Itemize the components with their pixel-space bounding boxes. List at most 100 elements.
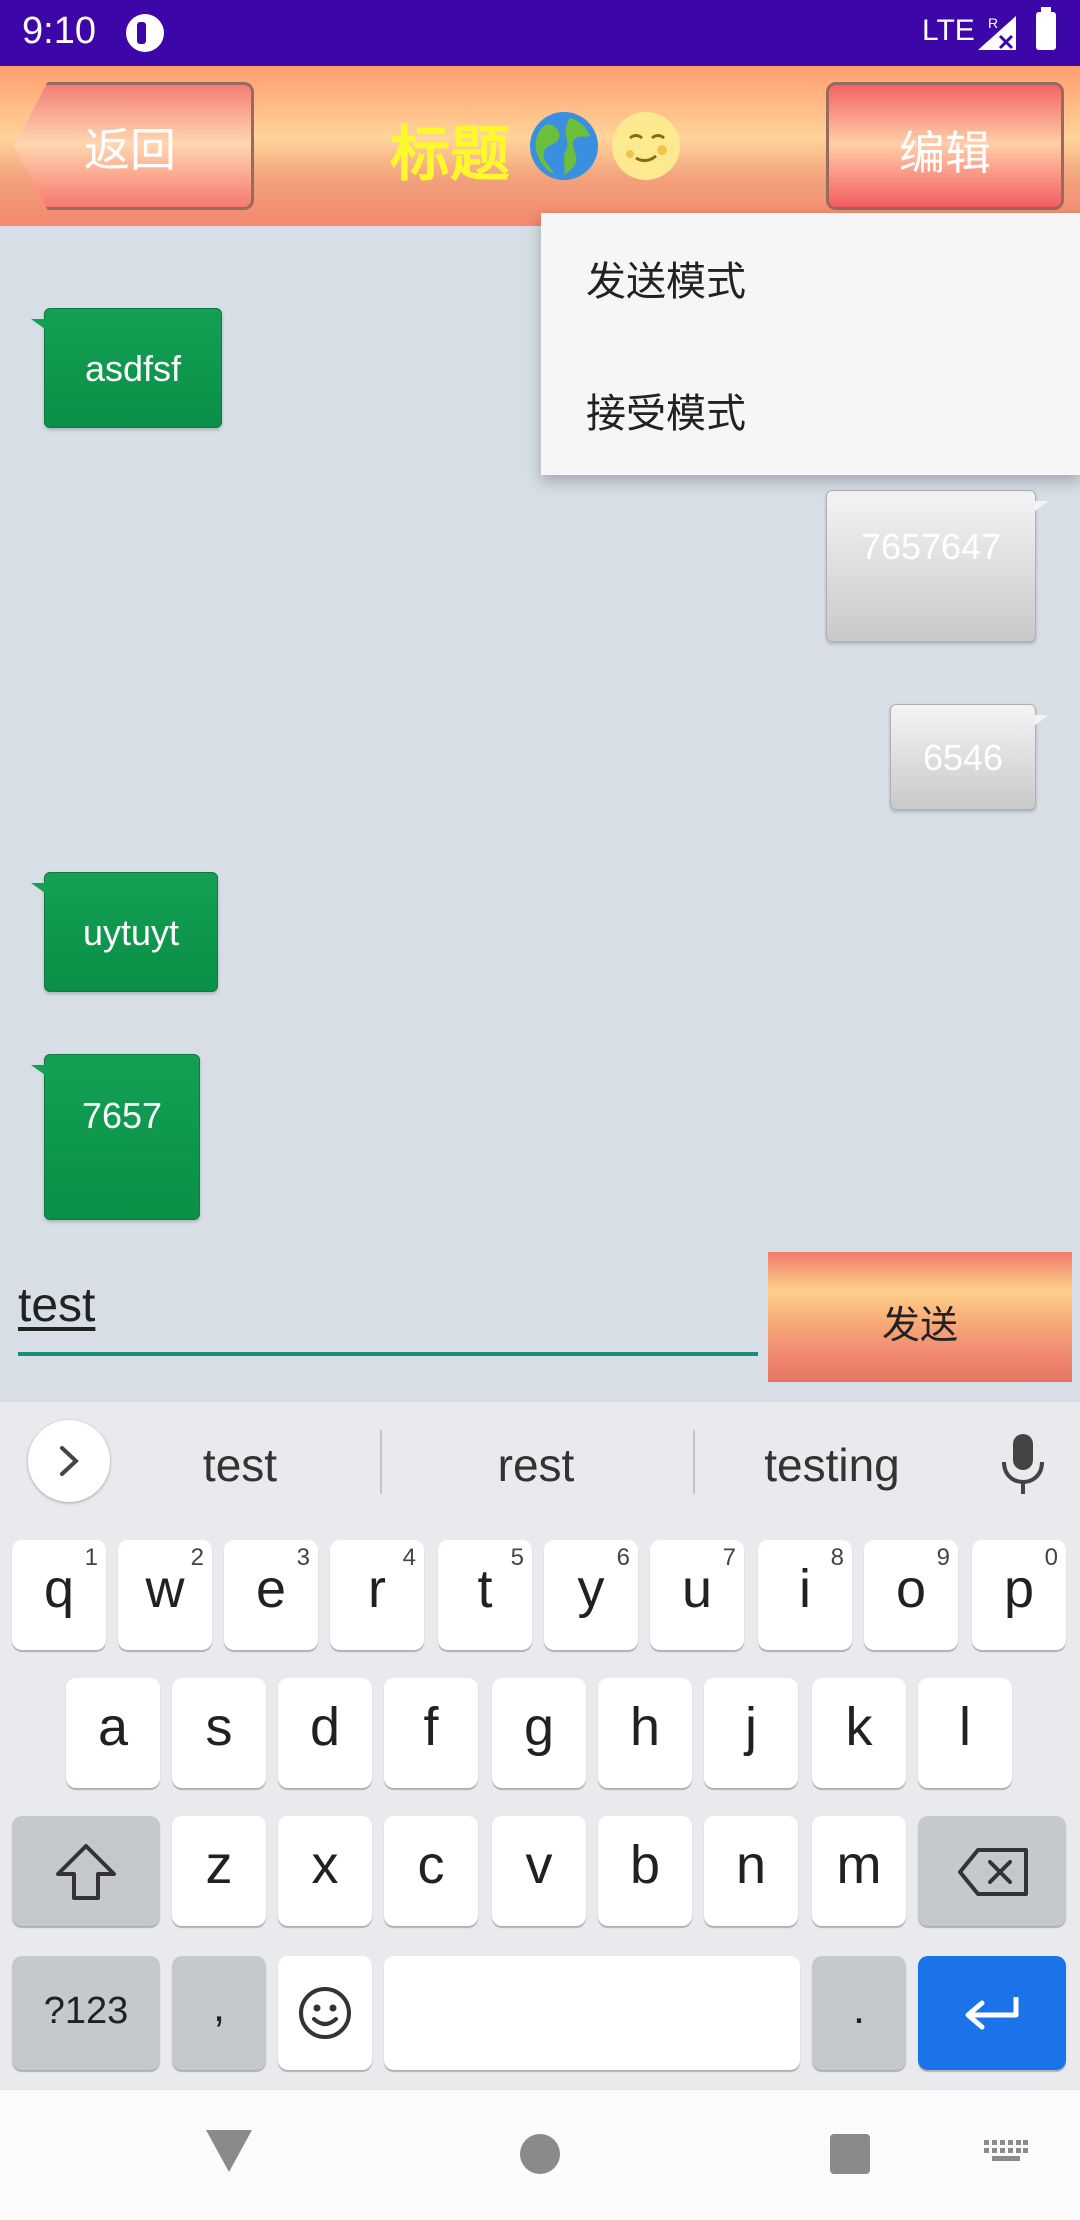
key-c[interactable]: c bbox=[384, 1816, 478, 1926]
nav-back-icon[interactable] bbox=[206, 2130, 252, 2172]
key-r[interactable]: r4 bbox=[330, 1540, 424, 1650]
soft-keyboard: test rest testing q1 w2 e3 r4 t5 y6 u7 i… bbox=[0, 1402, 1080, 2090]
suggestion-3[interactable]: testing bbox=[732, 1438, 932, 1492]
space-key[interactable] bbox=[384, 1956, 800, 2070]
key-label: g bbox=[523, 1697, 555, 1757]
menu-item-receive-mode[interactable]: 接受模式 bbox=[586, 381, 746, 439]
send-button[interactable]: 发送 bbox=[768, 1252, 1072, 1382]
period-key[interactable]: . bbox=[812, 1956, 906, 2070]
backspace-icon bbox=[958, 1848, 1028, 1896]
message-bubble-sent[interactable]: 7657647 bbox=[826, 490, 1049, 642]
input-underline bbox=[18, 1352, 758, 1356]
key-label: j bbox=[745, 1697, 757, 1757]
keyboard-switch-icon[interactable] bbox=[984, 2140, 1028, 2168]
key-q[interactable]: q1 bbox=[12, 1540, 106, 1650]
key-label: b bbox=[629, 1835, 661, 1895]
symbols-key[interactable]: ?123 bbox=[12, 1956, 160, 2070]
suggestion-divider bbox=[693, 1430, 695, 1494]
key-u[interactable]: u7 bbox=[650, 1540, 744, 1650]
comma-key[interactable]: , bbox=[172, 1956, 266, 2070]
key-sup: 9 bbox=[936, 1544, 950, 1571]
suggestion-divider bbox=[380, 1430, 382, 1494]
page-title: 标题 bbox=[390, 120, 510, 190]
shift-key[interactable] bbox=[12, 1816, 160, 1926]
key-d[interactable]: d bbox=[278, 1678, 372, 1788]
key-p[interactable]: p0 bbox=[972, 1540, 1066, 1650]
key-label: v bbox=[525, 1835, 553, 1895]
key-w[interactable]: w2 bbox=[118, 1540, 212, 1650]
svg-text:R: R bbox=[988, 15, 998, 31]
microphone-icon[interactable] bbox=[998, 1432, 1048, 1496]
key-label: k bbox=[845, 1697, 873, 1757]
key-l[interactable]: l bbox=[918, 1678, 1012, 1788]
nav-home-icon[interactable] bbox=[520, 2134, 560, 2174]
symbols-label: ?123 bbox=[43, 1990, 129, 2032]
key-sup: 8 bbox=[830, 1544, 844, 1571]
key-h[interactable]: h bbox=[598, 1678, 692, 1788]
key-j[interactable]: j bbox=[704, 1678, 798, 1788]
key-s[interactable]: s bbox=[172, 1678, 266, 1788]
suggestion-1[interactable]: test bbox=[150, 1438, 330, 1492]
key-sup: 5 bbox=[510, 1544, 524, 1571]
key-v[interactable]: v bbox=[492, 1816, 586, 1926]
enter-key[interactable] bbox=[918, 1956, 1066, 2070]
key-sup: 1 bbox=[84, 1544, 98, 1571]
key-sup: 3 bbox=[296, 1544, 310, 1571]
edit-button[interactable]: 编辑 bbox=[826, 82, 1064, 210]
back-button[interactable]: 返回 bbox=[14, 82, 254, 210]
key-label: f bbox=[423, 1697, 439, 1757]
suggestion-expand-button[interactable] bbox=[28, 1420, 110, 1502]
message-bubble-received[interactable]: asdfsf bbox=[31, 308, 222, 428]
period-label: . bbox=[852, 1984, 866, 2033]
message-bubble-received[interactable]: 7657 bbox=[31, 1054, 200, 1220]
key-m[interactable]: m bbox=[812, 1816, 906, 1926]
suggestion-2[interactable]: rest bbox=[446, 1438, 626, 1492]
key-f[interactable]: f bbox=[384, 1678, 478, 1788]
edit-button-label: 编辑 bbox=[899, 126, 991, 180]
key-x[interactable]: x bbox=[278, 1816, 372, 1926]
title-bar: 返回 标题 编辑 bbox=[0, 66, 1080, 226]
key-t[interactable]: t5 bbox=[438, 1540, 532, 1650]
key-sup: 6 bbox=[616, 1544, 630, 1571]
key-sup: 0 bbox=[1044, 1544, 1058, 1571]
enter-arrow-icon bbox=[965, 1997, 1019, 2030]
key-n[interactable]: n bbox=[704, 1816, 798, 1926]
key-sup: 7 bbox=[722, 1544, 736, 1571]
key-b[interactable]: b bbox=[598, 1816, 692, 1926]
message-input-text: test bbox=[18, 1279, 96, 1332]
status-bar: 9:10 LTE R bbox=[0, 0, 1080, 66]
nav-recents-icon[interactable] bbox=[830, 2134, 870, 2174]
key-z[interactable]: z bbox=[172, 1816, 266, 1926]
key-label: n bbox=[735, 1835, 767, 1895]
send-button-label: 发送 bbox=[881, 1303, 958, 1347]
emoji-key[interactable] bbox=[278, 1956, 372, 2070]
menu-item-send-mode[interactable]: 发送模式 bbox=[586, 249, 746, 307]
key-label: z bbox=[205, 1835, 233, 1895]
signal-icon: R bbox=[978, 15, 1016, 50]
backspace-key[interactable] bbox=[918, 1816, 1066, 1926]
key-label: x bbox=[311, 1835, 339, 1895]
key-a[interactable]: a bbox=[66, 1678, 160, 1788]
system-nav-bar bbox=[0, 2090, 1080, 2220]
key-e[interactable]: e3 bbox=[224, 1540, 318, 1650]
key-o[interactable]: o9 bbox=[864, 1540, 958, 1650]
notification-app-icon bbox=[126, 14, 164, 52]
message-input[interactable]: test bbox=[18, 1278, 758, 1358]
key-label: m bbox=[836, 1835, 882, 1895]
comma-label: , bbox=[212, 1982, 226, 2031]
key-label: d bbox=[309, 1697, 341, 1757]
key-g[interactable]: g bbox=[492, 1678, 586, 1788]
key-label: c bbox=[417, 1835, 445, 1895]
battery-icon bbox=[1036, 7, 1056, 50]
globe-icon bbox=[530, 112, 598, 180]
emoji-icon bbox=[299, 1987, 351, 2039]
key-sup: 4 bbox=[402, 1544, 416, 1571]
message-bubble-received[interactable]: uytuyt bbox=[31, 872, 218, 992]
key-y[interactable]: y6 bbox=[544, 1540, 638, 1650]
back-button-label: 返回 bbox=[84, 123, 176, 177]
key-k[interactable]: k bbox=[812, 1678, 906, 1788]
key-sup: 2 bbox=[190, 1544, 204, 1571]
key-label: a bbox=[97, 1697, 129, 1757]
message-bubble-sent[interactable]: 6546 bbox=[890, 704, 1049, 810]
key-i[interactable]: i8 bbox=[758, 1540, 852, 1650]
